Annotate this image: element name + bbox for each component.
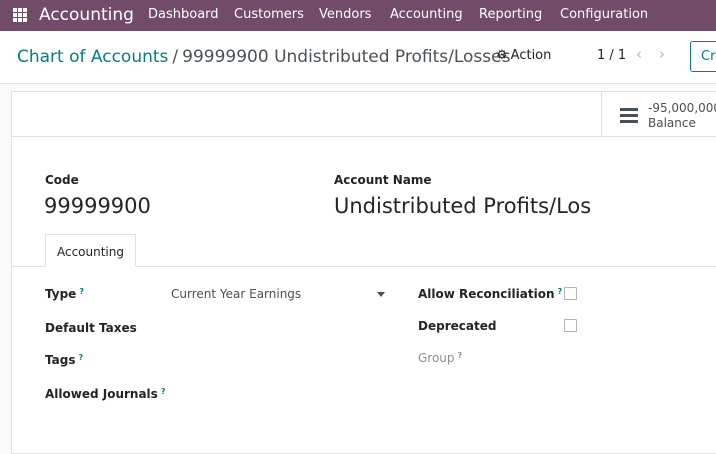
type-select[interactable]: Current Year Earnings [171,287,386,305]
allowed-journals-input[interactable] [171,386,386,404]
button-box: -95,000,000. Balance [12,92,716,137]
action-label: Action [510,48,552,63]
breadcrumb-chart-of-accounts[interactable]: Chart of Accounts [17,47,168,67]
apps-grid-icon[interactable] [13,8,27,22]
control-panel: Chart of Accounts/99999900 Undistributed… [0,31,716,84]
group-label: Group? [418,351,463,365]
menu-vendors[interactable]: Vendors [319,7,371,23]
form-sheet: -95,000,000. Balance Code 99999900 Accou… [11,91,716,454]
gear-icon: ⚙ [496,47,508,63]
allowed-journals-label: Allowed Journals? [45,387,166,401]
action-button[interactable]: ⚙ Action [496,48,551,63]
menu-reporting[interactable]: Reporting [479,7,542,23]
balance-label: Balance [648,116,696,130]
chevron-down-icon[interactable] [377,292,385,297]
allow-reconciliation-help-icon[interactable]: ? [558,287,563,296]
type-label: Type? [45,287,84,301]
tags-help-icon[interactable]: ? [78,353,83,362]
bars-icon [620,108,638,123]
default-taxes-label: Default Taxes [45,321,137,335]
deprecated-label: Deprecated [418,319,497,333]
pager-value[interactable]: 1 / 1 [597,48,626,63]
balance-value: -95,000,000. [648,101,716,115]
group-help-icon[interactable]: ? [458,351,463,360]
balance-stat-button[interactable]: -95,000,000. Balance [601,92,716,137]
app-name[interactable]: Accounting [39,5,134,25]
default-taxes-input[interactable] [171,319,386,337]
breadcrumb-current: 99999900 Undistributed Profits/Losses [182,47,511,67]
breadcrumb: Chart of Accounts/99999900 Undistributed… [17,47,510,67]
tab-accounting[interactable]: Accounting [45,234,136,267]
menu-configuration[interactable]: Configuration [560,7,648,23]
create-button[interactable]: Cre [690,41,716,72]
tags-input[interactable] [171,352,386,370]
top-navbar: Accounting Dashboard Customers Vendors A… [0,0,716,31]
code-input[interactable]: 99999900 [44,193,151,219]
tags-label: Tags? [45,353,84,367]
allow-reconciliation-label: Allow Reconciliation? [418,287,563,301]
breadcrumb-separator: / [172,47,179,67]
pager-next-icon[interactable]: › [659,45,665,63]
allowed-journals-help-icon[interactable]: ? [161,387,166,396]
menu-accounting[interactable]: Accounting [390,7,463,23]
code-label: Code [45,173,79,187]
pager-previous-icon[interactable]: ‹ [636,45,642,63]
menu-dashboard[interactable]: Dashboard [148,7,219,23]
allow-reconciliation-checkbox[interactable] [564,287,577,300]
menu-customers[interactable]: Customers [234,7,304,23]
deprecated-checkbox[interactable] [564,319,577,332]
account-name-input[interactable]: Undistributed Profits/Loss [334,193,592,219]
type-help-icon[interactable]: ? [79,287,84,296]
account-name-label: Account Name [334,173,432,187]
